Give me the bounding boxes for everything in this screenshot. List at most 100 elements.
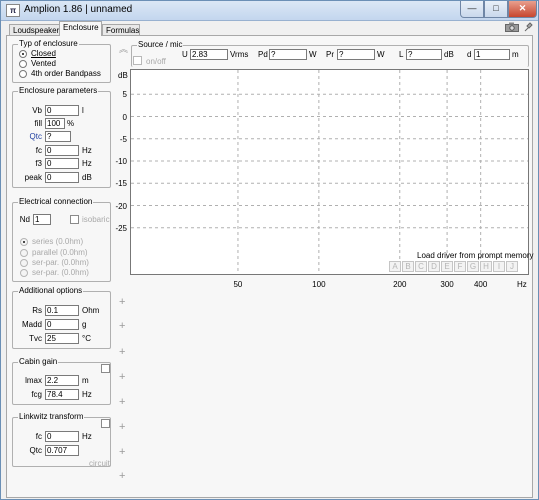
load-slot-button[interactable]: J bbox=[506, 261, 518, 272]
minimize-button[interactable]: — bbox=[460, 1, 484, 18]
y-tick-label: -5 bbox=[119, 134, 127, 144]
vb-unit: l bbox=[82, 106, 84, 115]
radio-closed[interactable] bbox=[19, 50, 27, 58]
y-tick-label: -20 bbox=[115, 201, 127, 211]
plus-icon[interactable]: + bbox=[119, 471, 125, 482]
onoff-label: on/off bbox=[146, 57, 166, 66]
tab-enclosure[interactable]: Enclosure bbox=[59, 21, 102, 36]
fcg-input[interactable]: 78.4 bbox=[45, 389, 79, 400]
y-tick-label: -25 bbox=[115, 223, 127, 233]
radio-parallel[interactable] bbox=[20, 249, 28, 257]
fill-input[interactable]: 100 bbox=[45, 118, 65, 129]
series-label: series (0.0hm) bbox=[32, 237, 84, 246]
plus-icon[interactable]: + bbox=[119, 347, 125, 358]
ser-par-2-label: ser-par. (0.0hm) bbox=[32, 268, 89, 277]
close-button[interactable]: ✕ bbox=[508, 1, 537, 18]
linkwitz-checkbox[interactable] bbox=[101, 419, 110, 428]
u-label: U bbox=[182, 50, 188, 59]
pr-input[interactable]: ? bbox=[337, 49, 375, 60]
peak-input[interactable]: 0 bbox=[45, 172, 79, 183]
load-slot-button[interactable]: H bbox=[480, 261, 492, 272]
fcg-unit: Hz bbox=[82, 390, 92, 399]
lmax-unit: m bbox=[82, 376, 89, 385]
pd-input[interactable]: ? bbox=[269, 49, 307, 60]
camera-icon[interactable] bbox=[505, 22, 519, 35]
pd-unit: W bbox=[309, 50, 317, 59]
maximize-button[interactable]: □ bbox=[484, 1, 508, 18]
plus-icon[interactable]: + bbox=[119, 422, 125, 433]
fc-unit: Hz bbox=[82, 146, 92, 155]
load-slot-button[interactable]: C bbox=[415, 261, 427, 272]
response-chart[interactable] bbox=[130, 69, 529, 275]
plus-icon[interactable]: + bbox=[119, 297, 125, 308]
peak-unit: dB bbox=[82, 173, 92, 182]
linkwitz-fc-unit: Hz bbox=[82, 432, 92, 441]
d-input[interactable]: 1 bbox=[474, 49, 510, 60]
f3-unit: Hz bbox=[82, 159, 92, 168]
load-slot-button[interactable]: G bbox=[467, 261, 479, 272]
u-input[interactable]: 2.83 bbox=[190, 49, 228, 60]
nd-input[interactable]: 1 bbox=[33, 214, 51, 225]
load-slot-button[interactable]: D bbox=[428, 261, 440, 272]
pr-label: Pr bbox=[326, 50, 334, 59]
tvc-label: Tvc bbox=[29, 334, 42, 343]
onoff-checkbox[interactable] bbox=[133, 56, 142, 65]
cabin-gain-checkbox[interactable] bbox=[101, 364, 110, 373]
radio-bandpass[interactable] bbox=[19, 70, 27, 78]
linkwitz-fc-input[interactable]: 0 bbox=[45, 431, 79, 442]
plus-icon[interactable]: + bbox=[119, 397, 125, 408]
load-slot-button[interactable]: F bbox=[454, 261, 466, 272]
radio-ser-par-2[interactable] bbox=[20, 269, 28, 277]
plus-icon[interactable]: + bbox=[119, 447, 125, 458]
nd-label: Nd bbox=[19, 215, 30, 224]
plus-icon[interactable]: + bbox=[119, 321, 125, 332]
load-driver-label: Load driver from prompt memory bbox=[417, 251, 534, 260]
radio-series[interactable] bbox=[20, 238, 28, 246]
chevron-up-icon[interactable]: ︽ bbox=[119, 44, 128, 54]
circuit-label[interactable]: circuit bbox=[89, 458, 110, 469]
plus-icon[interactable]: + bbox=[119, 372, 125, 383]
additional-options-legend: Additional options bbox=[18, 286, 84, 295]
fc-label: fc bbox=[35, 146, 42, 155]
cabin-gain-legend: Cabin gain bbox=[18, 357, 59, 366]
linkwitz-legend: Linkwitz transform bbox=[18, 412, 85, 421]
l-label: L bbox=[399, 50, 404, 59]
load-slot-button[interactable]: A bbox=[389, 261, 401, 272]
title-bar: π Amplion 1.86 | unnamed — □ ✕ bbox=[1, 1, 538, 21]
load-slot-button[interactable]: B bbox=[402, 261, 414, 272]
linkwitz-qtc-label: Qtc bbox=[29, 446, 42, 455]
pd-label: Pd bbox=[258, 50, 268, 59]
pr-unit: W bbox=[377, 50, 385, 59]
x-tick-label: 400 bbox=[473, 280, 488, 289]
qtc-input[interactable]: ? bbox=[45, 131, 71, 142]
x-tick-label: 100 bbox=[312, 280, 326, 289]
vb-input[interactable]: 0 bbox=[45, 105, 79, 116]
load-slot-button[interactable]: I bbox=[493, 261, 505, 272]
pin-icon[interactable] bbox=[524, 22, 533, 35]
x-tick-label: 300 bbox=[440, 280, 454, 289]
madd-input[interactable]: 0 bbox=[45, 319, 79, 330]
y-tick-label: 0 bbox=[122, 112, 127, 122]
linkwitz-fc-label: fc bbox=[35, 432, 42, 441]
fc-input[interactable]: 0 bbox=[45, 145, 79, 156]
lmax-input[interactable]: 2.2 bbox=[45, 375, 79, 386]
linkwitz-qtc-input[interactable]: 0.707 bbox=[45, 445, 79, 456]
u-unit: Vrms bbox=[230, 50, 249, 59]
isobaric-checkbox[interactable] bbox=[70, 215, 79, 224]
l-input[interactable]: ? bbox=[406, 49, 442, 60]
rs-input[interactable]: 0.1 bbox=[45, 305, 79, 316]
x-axis-label: Hz bbox=[517, 280, 527, 289]
radio-vented[interactable] bbox=[19, 60, 27, 68]
option-bandpass-label[interactable]: 4th order Bandpass bbox=[31, 68, 101, 79]
d-unit: m bbox=[512, 50, 519, 59]
enclosure-params-legend: Enclosure parameters bbox=[18, 86, 99, 95]
load-slot-button[interactable]: E bbox=[441, 261, 453, 272]
radio-ser-par-1[interactable] bbox=[20, 259, 28, 267]
f3-input[interactable]: 0 bbox=[45, 158, 79, 169]
source-mic-legend: Source / mic bbox=[137, 40, 184, 49]
app-window: π Amplion 1.86 | unnamed — □ ✕ Loudspeak… bbox=[0, 0, 539, 500]
qtc-label: Qtc bbox=[29, 132, 42, 141]
x-tick-label: 50 bbox=[233, 280, 243, 289]
peak-label: peak bbox=[24, 173, 42, 182]
tvc-input[interactable]: 25 bbox=[45, 333, 79, 344]
